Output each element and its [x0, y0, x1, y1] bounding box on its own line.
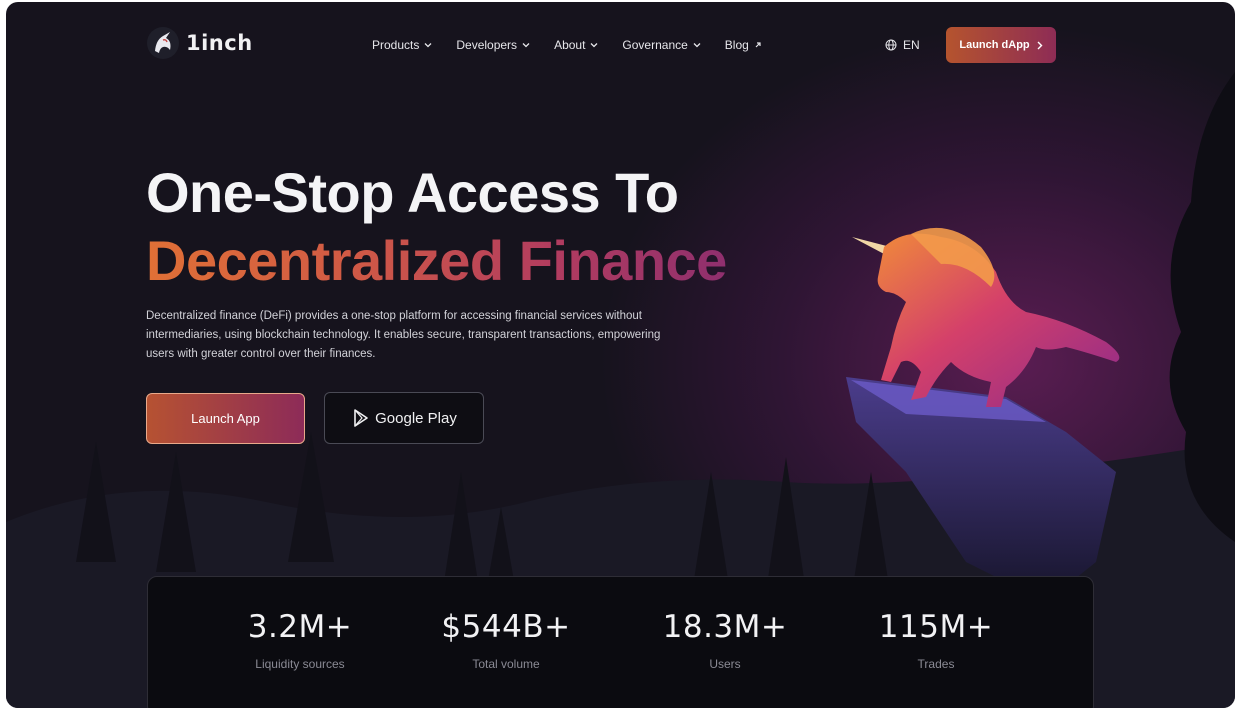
nav-item-developers[interactable]: Developers — [456, 38, 530, 52]
stat-label: Total volume — [472, 657, 540, 671]
hero-title: One-Stop Access To — [146, 161, 679, 224]
hero-description: Decentralized finance (DeFi) provides a … — [146, 310, 661, 360]
unicorn — [852, 227, 1120, 407]
launch-app-button[interactable]: Launch App — [146, 393, 305, 444]
nav-label: Blog — [724, 38, 749, 52]
stat-liquidity-sources: 3.2M+ Liquidity sources — [200, 577, 400, 671]
language-selector[interactable]: EN — [885, 38, 920, 52]
google-play-icon — [354, 409, 368, 427]
stat-total-volume: $544B+ Total volume — [406, 577, 606, 671]
hero-title-highlight: Decentralized Finance — [146, 229, 727, 292]
chevron-down-icon — [522, 43, 530, 48]
launch-dapp-label: Launch dApp — [959, 39, 1030, 51]
chevron-down-icon — [590, 43, 598, 48]
chevron-down-icon — [424, 43, 432, 48]
logo[interactable]: 1inch — [146, 26, 253, 60]
chevron-down-icon — [693, 43, 701, 48]
page-frame: 1inch Products Developers About Governan… — [6, 2, 1235, 708]
stat-value: $544B+ — [441, 609, 571, 645]
logo-text: 1inch — [186, 31, 253, 55]
stat-label: Trades — [917, 657, 955, 671]
nav-label: Governance — [622, 38, 688, 52]
launch-dapp-button[interactable]: Launch dApp — [946, 27, 1056, 63]
external-arrow-icon — [755, 42, 761, 48]
nav-label: Products — [372, 38, 420, 52]
nav-item-about[interactable]: About — [554, 38, 598, 52]
nav-item-governance[interactable]: Governance — [622, 38, 701, 52]
language-label: EN — [903, 38, 920, 52]
stat-users: 18.3M+ Users — [625, 577, 825, 671]
stats-panel: 3.2M+ Liquidity sources $544B+ Total vol… — [147, 576, 1094, 708]
launch-app-label: Launch App — [191, 411, 260, 426]
stat-label: Liquidity sources — [255, 657, 345, 671]
google-play-label: Google Play — [375, 409, 457, 427]
stat-value: 3.2M+ — [247, 609, 353, 645]
stat-trades: 115M+ Trades — [836, 577, 1036, 671]
nav-label: Developers — [456, 38, 518, 52]
stat-label: Users — [709, 657, 741, 671]
unicorn-logo-icon — [147, 27, 179, 59]
stat-value: 115M+ — [878, 609, 994, 645]
nav-label: About — [554, 38, 586, 52]
globe-icon — [885, 39, 897, 51]
nav-item-products[interactable]: Products — [372, 38, 432, 52]
stat-value: 18.3M+ — [662, 609, 788, 645]
main-nav: Products Developers About Governance Blo… — [372, 38, 762, 52]
nav-item-blog[interactable]: Blog — [725, 38, 762, 52]
chevron-right-icon — [1037, 41, 1043, 49]
google-play-button[interactable]: Google Play — [324, 392, 484, 444]
